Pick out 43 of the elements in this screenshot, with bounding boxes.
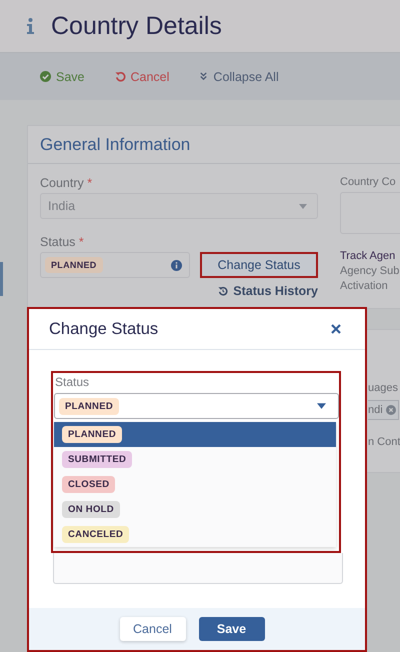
dropdown-arrow-icon (317, 403, 326, 409)
status-tag: PLANNED (62, 426, 122, 443)
field-label: Status (54, 375, 90, 389)
field-label: Country * (40, 176, 94, 190)
info-icon (26, 18, 35, 34)
close-icon[interactable] (331, 324, 341, 334)
undo-icon (114, 71, 126, 82)
comment-field[interactable] (53, 553, 343, 584)
status-tag: SUBMITTED (62, 451, 132, 468)
status-select[interactable]: PLANNED (54, 393, 339, 419)
toolbar-button[interactable]: Collapse All (199, 70, 279, 84)
chip-label: ndi (368, 404, 383, 416)
dropdown-option[interactable]: SUBMITTED (54, 447, 336, 472)
page-title: Country Details (51, 12, 222, 40)
dropdown-option[interactable]: CLOSED (54, 472, 336, 497)
side-indicator (0, 262, 3, 296)
status-tag: PLANNED (45, 257, 103, 273)
field-label: Status * (40, 235, 85, 249)
field-label: uages (368, 382, 399, 394)
status-tag: CLOSED (62, 476, 116, 493)
double-chevron-icon (199, 72, 208, 81)
info-icon (171, 260, 182, 270)
cancel-button[interactable]: Cancel (120, 617, 186, 641)
dropdown-option[interactable]: CANCELED (54, 522, 336, 547)
remove-icon[interactable] (386, 405, 396, 415)
dropdown-option[interactable]: PLANNED (54, 422, 336, 447)
status-history-link[interactable]: Status History (218, 284, 318, 298)
status-tag: ON HOLD (62, 501, 120, 518)
history-icon (218, 286, 228, 296)
field-label: Track Agen (340, 250, 396, 262)
save-button[interactable]: Save (198, 617, 264, 641)
section-title: General Information (40, 134, 190, 154)
dropdown-arrow-icon (299, 204, 307, 208)
dropdown-option[interactable]: ON HOLD (54, 497, 336, 522)
field-label: Country Co (340, 176, 397, 188)
field-label: Agency Sub (340, 265, 400, 277)
field-label: Activation (340, 280, 389, 292)
status-tag: CANCELED (62, 526, 130, 543)
change-status-button[interactable]: Change Status (200, 252, 318, 278)
dialog-title: Change Status (49, 320, 158, 338)
check-circle-icon (40, 71, 51, 82)
status-tag: PLANNED (59, 398, 120, 414)
field-label: n Cont (368, 436, 400, 448)
